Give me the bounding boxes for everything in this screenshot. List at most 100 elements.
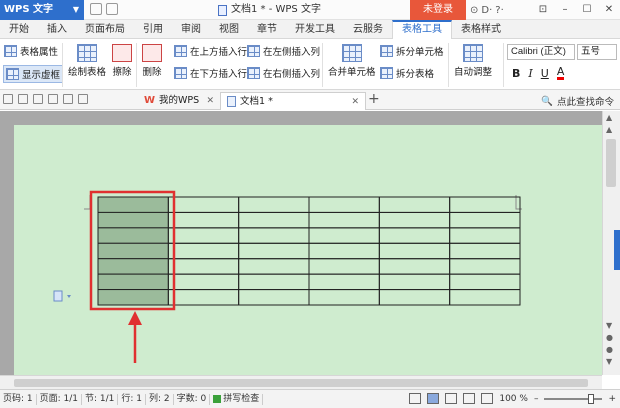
zoom-out-icon[interactable]: –: [534, 394, 539, 404]
tab-page-layout[interactable]: 页面布局: [76, 20, 134, 39]
table-cell[interactable]: [308, 289, 380, 306]
zoom-level[interactable]: 100 %: [499, 394, 528, 404]
scroll-up-icon[interactable]: ▲: [606, 125, 612, 134]
tab-my-wps[interactable]: W 我的WPS ✕: [138, 92, 220, 110]
split-cells-button[interactable]: 拆分单元格: [380, 44, 444, 58]
help-icon[interactable]: ?·: [495, 5, 504, 16]
command-search[interactable]: 🔍 点此查找命令: [541, 94, 614, 109]
table-cell[interactable]: [449, 211, 521, 229]
table-cell[interactable]: [378, 211, 451, 229]
horizontal-scrollbar[interactable]: [0, 375, 602, 389]
full-screen-icon[interactable]: [409, 393, 422, 404]
font-color-button[interactable]: A: [556, 66, 565, 80]
table-cell[interactable]: [449, 289, 521, 306]
share-icon[interactable]: D·: [481, 5, 492, 16]
scroll-down-icon[interactable]: ▼: [606, 321, 612, 330]
insert-col-right-button[interactable]: 在右侧插入列: [247, 66, 320, 80]
table-cell[interactable]: [308, 273, 380, 291]
table-cell[interactable]: [449, 196, 521, 213]
tab-references[interactable]: 引用: [134, 20, 172, 39]
table-cell[interactable]: [167, 227, 240, 244]
tab-view[interactable]: 视图: [210, 20, 248, 39]
table-cell-selected[interactable]: [97, 211, 169, 229]
table-cell[interactable]: [449, 242, 521, 260]
restore-icon[interactable]: ⊡: [532, 0, 554, 20]
table-cell[interactable]: [238, 273, 310, 291]
table-handle-icon[interactable]: [53, 290, 71, 302]
web-view-icon[interactable]: [463, 393, 476, 404]
bold-button[interactable]: B: [512, 67, 520, 80]
insert-row-above-button[interactable]: 在上方插入行: [174, 44, 247, 58]
split-table-button[interactable]: 拆分表格: [380, 66, 434, 80]
zoom-in-icon[interactable]: +: [608, 394, 616, 404]
table-cell[interactable]: [308, 196, 380, 213]
table-cell-selected[interactable]: [97, 242, 169, 260]
tab-insert[interactable]: 插入: [38, 20, 76, 39]
minimize-button[interactable]: –: [554, 0, 576, 20]
tab-developer[interactable]: 开发工具: [286, 20, 344, 39]
tab-document[interactable]: 文档1 * ✕: [220, 92, 366, 110]
scrollbar-thumb[interactable]: [14, 379, 588, 387]
delete-button[interactable]: 删除: [142, 44, 162, 78]
select-browse-icon[interactable]: ●: [606, 345, 613, 354]
close-icon[interactable]: ✕: [206, 93, 214, 109]
previous-page-icon[interactable]: ●: [606, 333, 613, 342]
table-cell[interactable]: [378, 289, 451, 306]
save-icon[interactable]: [18, 94, 28, 104]
document-page[interactable]: [14, 125, 602, 375]
tab-start[interactable]: 开始: [0, 20, 38, 39]
redo-icon[interactable]: [78, 94, 88, 104]
table-cell[interactable]: [167, 289, 240, 306]
spell-check-toggle[interactable]: 拼写检查: [210, 393, 264, 405]
table-cell[interactable]: [378, 227, 451, 244]
zoom-slider-knob[interactable]: [588, 393, 595, 404]
tab-table-tools[interactable]: 表格工具: [392, 20, 452, 39]
italic-button[interactable]: I: [528, 67, 532, 80]
table-cell[interactable]: [308, 211, 380, 229]
login-button[interactable]: 未登录: [410, 0, 466, 20]
table-cell[interactable]: [238, 289, 310, 306]
table-cell[interactable]: [167, 242, 240, 260]
table-cell[interactable]: [378, 258, 451, 275]
print-icon[interactable]: [33, 94, 43, 104]
maximize-button[interactable]: ☐: [576, 0, 598, 20]
outline-view-icon[interactable]: [445, 393, 458, 404]
close-icon[interactable]: ✕: [351, 94, 359, 110]
erase-button[interactable]: 擦除: [112, 44, 132, 78]
tab-table-style[interactable]: 表格样式: [452, 20, 510, 39]
status-word-count[interactable]: 字数: 0: [174, 393, 211, 405]
scroll-up-icon[interactable]: ▲: [606, 113, 612, 122]
open-icon[interactable]: [3, 94, 13, 104]
font-name-select[interactable]: Calibri (正文): [507, 44, 575, 60]
reading-view-icon[interactable]: [481, 393, 494, 404]
undo-icon[interactable]: [106, 3, 118, 15]
table-cell[interactable]: [238, 258, 310, 275]
show-gridlines-button[interactable]: 显示虚框: [3, 65, 64, 83]
table-cell-selected[interactable]: [97, 196, 169, 213]
table-cell[interactable]: [167, 211, 240, 229]
new-tab-button[interactable]: +: [368, 91, 380, 107]
merge-cells-button[interactable]: 合并单元格: [328, 44, 376, 78]
insert-col-left-button[interactable]: 在左侧插入列: [247, 44, 320, 58]
table-cell[interactable]: [238, 196, 310, 213]
table-cell[interactable]: [449, 227, 521, 244]
save-icon[interactable]: [90, 3, 102, 15]
undo-icon[interactable]: [63, 94, 73, 104]
table-cell-selected[interactable]: [97, 258, 169, 275]
table-cell[interactable]: [167, 273, 240, 291]
side-panel-toggle[interactable]: [614, 230, 620, 270]
table-cell[interactable]: [167, 258, 240, 275]
table-cell-selected[interactable]: [97, 273, 169, 291]
tab-section[interactable]: 章节: [248, 20, 286, 39]
close-button[interactable]: ✕: [598, 0, 620, 20]
table[interactable]: [97, 196, 521, 306]
font-size-select[interactable]: 五号: [577, 44, 617, 60]
table-cell[interactable]: [308, 227, 380, 244]
preview-icon[interactable]: [48, 94, 58, 104]
tab-review[interactable]: 审阅: [172, 20, 210, 39]
table-cell[interactable]: [378, 273, 451, 291]
page-view-icon[interactable]: [427, 393, 440, 404]
table-cell[interactable]: [378, 196, 451, 213]
next-page-icon[interactable]: ▼: [606, 357, 612, 366]
app-menu-button[interactable]: WPS 文字 ▼: [0, 0, 84, 20]
